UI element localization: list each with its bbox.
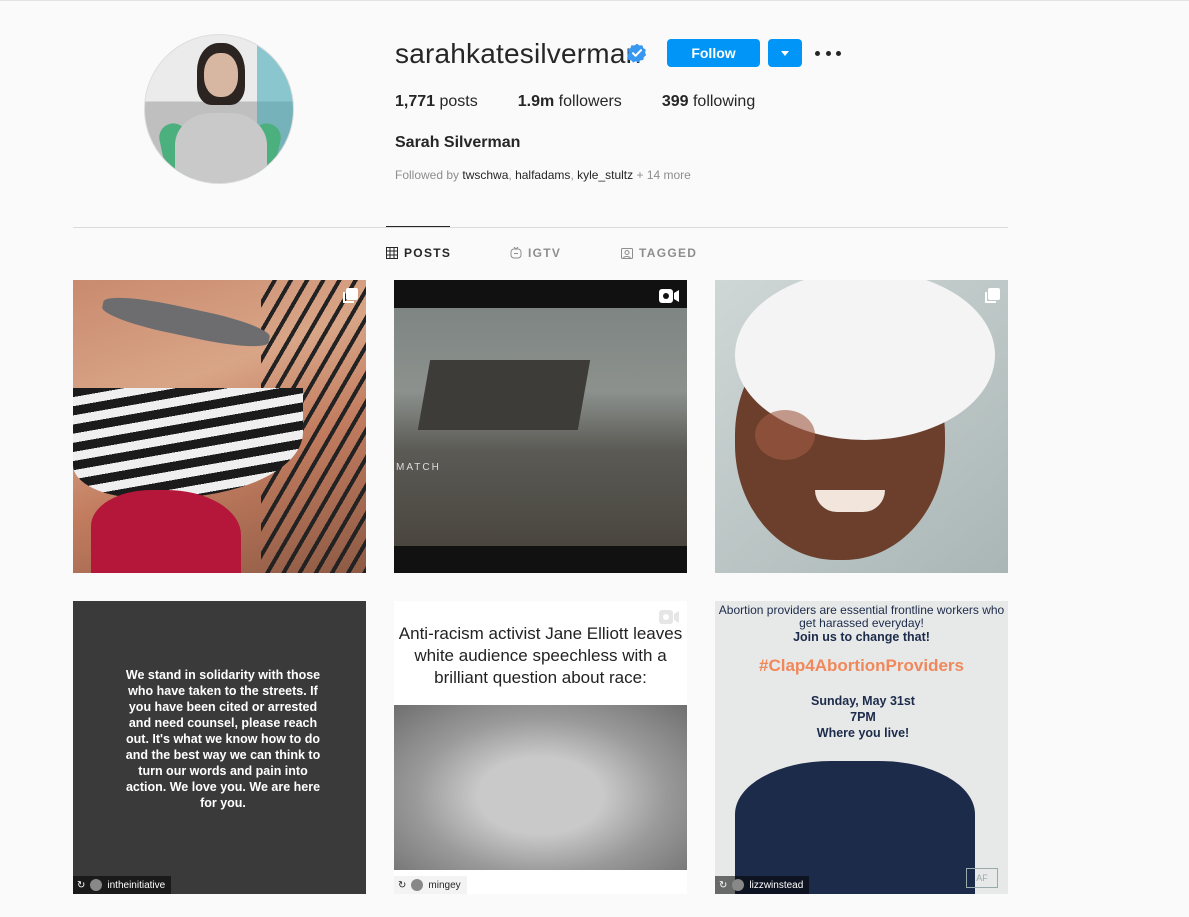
tab-posts[interactable]: POSTS: [386, 246, 451, 260]
post-thumbnail[interactable]: Abortion providers are essential frontli…: [715, 601, 1008, 894]
tab-igtv[interactable]: IGTV: [510, 246, 561, 260]
repost-avatar: [411, 879, 424, 891]
tab-tagged[interactable]: TAGGED: [621, 246, 697, 260]
post-logo: AF: [966, 868, 998, 888]
more-options-icon[interactable]: [815, 44, 841, 62]
followers-stat[interactable]: 1.9m followers: [518, 93, 622, 111]
repost-avatar: [732, 879, 745, 891]
post-thumbnail[interactable]: MATCH: [394, 280, 687, 573]
carousel-icon: [343, 288, 358, 303]
grid-icon: [386, 247, 398, 259]
repost-avatar: [90, 879, 103, 891]
followed-by-user[interactable]: twschwa: [462, 168, 508, 182]
profile-avatar[interactable]: [144, 34, 294, 184]
followed-by-text[interactable]: Followed by twschwa, halfadams, kyle_stu…: [395, 168, 691, 182]
top-divider: [0, 0, 1189, 1]
video-icon: [659, 610, 679, 624]
post-text: Join us to change that!: [793, 630, 930, 644]
profile-stats: 1,771 posts 1.9m followers 399 following: [395, 93, 795, 111]
tabs-divider: [73, 227, 1008, 228]
chevron-down-icon: [781, 50, 789, 56]
tagged-icon: [621, 248, 633, 259]
post-thumbnail[interactable]: We stand in solidarity with those who ha…: [73, 601, 366, 894]
followed-by-user[interactable]: halfadams: [515, 168, 570, 182]
post-thumbnail[interactable]: Anti-racism activist Jane Elliott leaves…: [394, 601, 687, 894]
video-icon: [659, 289, 679, 303]
video-watermark: MATCH: [396, 462, 441, 473]
repost-tag: ↻ lizzwinstead: [715, 876, 810, 894]
post-hashtag: #Clap4AbortionProviders: [759, 656, 964, 675]
post-text: Anti-racism activist Jane Elliott leaves…: [398, 624, 683, 687]
post-event-info: Sunday, May 31st 7PM Where you live!: [811, 694, 915, 740]
posts-stat: 1,771 posts: [395, 93, 478, 110]
post-text: We stand in solidarity with those who ha…: [125, 668, 321, 810]
igtv-icon: [510, 247, 522, 259]
profile-username: sarahkatesilverman: [395, 38, 642, 69]
carousel-icon: [985, 288, 1000, 303]
verified-badge-icon: [627, 43, 647, 63]
post-text: Abortion providers are essential frontli…: [718, 603, 1005, 630]
repost-icon: ↻: [719, 879, 728, 891]
repost-icon: ↻: [398, 879, 407, 891]
active-tab-indicator: [386, 226, 450, 227]
post-thumbnail[interactable]: [73, 280, 366, 573]
followed-by-user[interactable]: kyle_stultz: [577, 168, 633, 182]
repost-tag: ↻ intheinitiative: [73, 876, 172, 894]
following-stat[interactable]: 399 following: [662, 93, 755, 111]
profile-full-name: Sarah Silverman: [395, 134, 521, 151]
follow-button[interactable]: Follow: [667, 39, 760, 67]
post-thumbnail[interactable]: [715, 280, 1008, 573]
suggested-dropdown-button[interactable]: [768, 39, 802, 67]
repost-tag: ↻ mingey: [394, 876, 467, 894]
repost-icon: ↻: [77, 879, 86, 891]
